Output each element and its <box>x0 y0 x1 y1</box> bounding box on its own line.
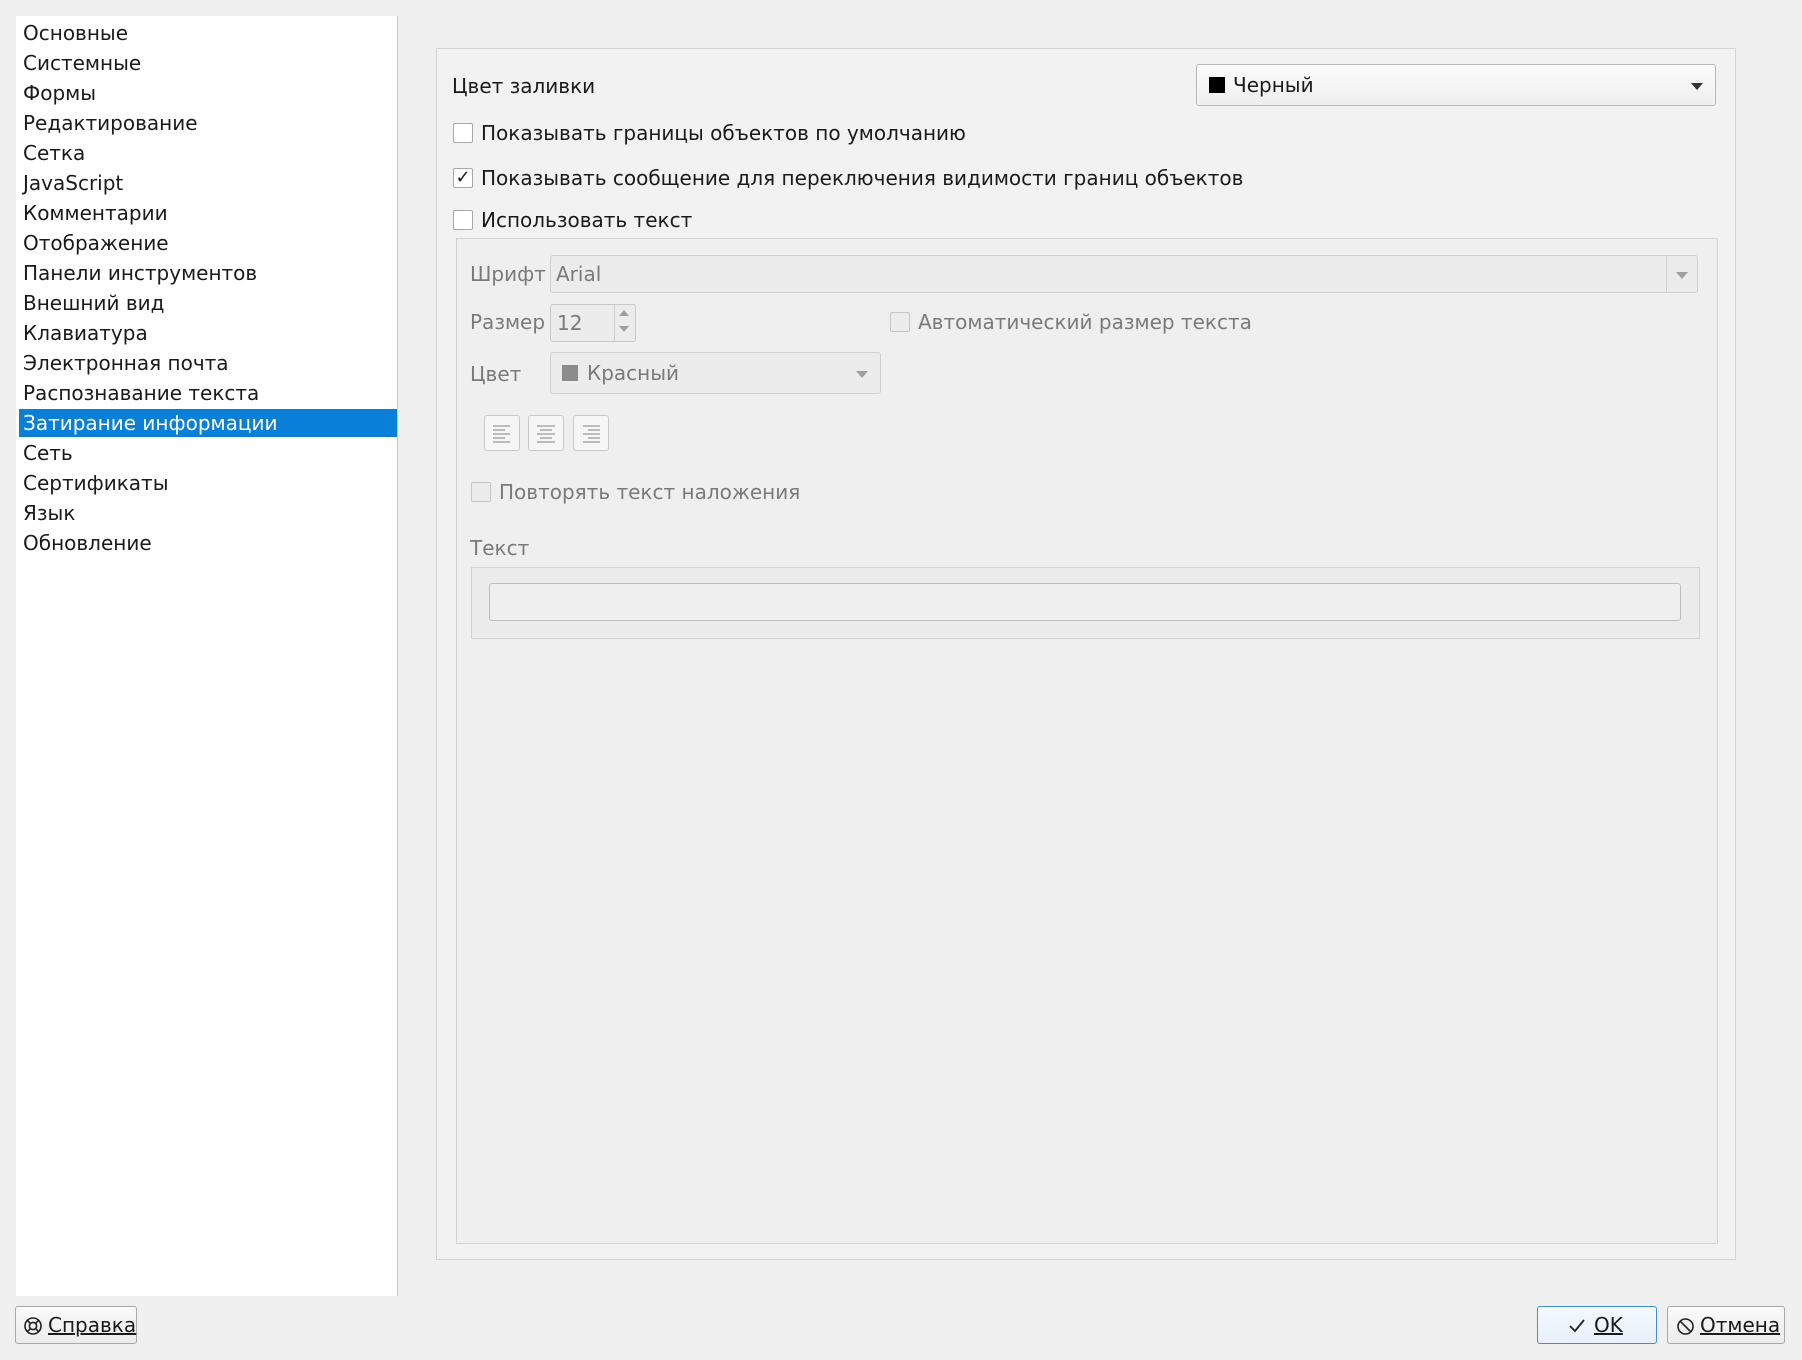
sidebar-item-certificates[interactable]: Сертификаты <box>19 469 397 497</box>
font-value: Arial <box>556 262 602 286</box>
text-color-swatch <box>562 365 578 381</box>
cancel-icon <box>1677 1318 1694 1335</box>
sidebar-item-forms[interactable]: Формы <box>19 79 397 107</box>
sidebar-item-editing[interactable]: Редактирование <box>19 109 397 137</box>
chevron-down-icon <box>856 371 868 378</box>
sidebar-item-redaction[interactable]: Затирание информации <box>19 409 397 437</box>
cancel-button[interactable]: Отмена <box>1667 1306 1785 1344</box>
text-label: Текст <box>470 536 530 560</box>
sidebar-item-javascript[interactable]: JavaScript <box>19 169 397 197</box>
cancel-button-label: Отмена <box>1700 1313 1781 1337</box>
align-right-icon <box>583 425 600 443</box>
fill-color-select[interactable]: Черный <box>1196 64 1716 106</box>
sidebar-item-keyboard[interactable]: Клавиатура <box>19 319 397 347</box>
help-button[interactable]: Справка <box>15 1306 137 1344</box>
sidebar-item-email[interactable]: Электронная почта <box>19 349 397 377</box>
lifebuoy-icon <box>24 1317 42 1335</box>
ok-button[interactable]: OK <box>1537 1306 1657 1344</box>
size-value: 12 <box>557 311 583 335</box>
sidebar-item-appearance[interactable]: Внешний вид <box>19 289 397 317</box>
sidebar-item-system[interactable]: Системные <box>19 49 397 77</box>
fill-color-value: Черный <box>1233 73 1314 97</box>
spin-down-icon[interactable] <box>619 326 629 332</box>
text-color-select[interactable]: Красный <box>550 352 881 394</box>
chevron-down-icon <box>1676 272 1688 279</box>
show-borders-label: Показывать границы объектов по умолчанию <box>481 121 966 145</box>
align-center-button[interactable] <box>528 415 564 451</box>
help-button-label: Справка <box>48 1313 137 1337</box>
overlay-text-input[interactable] <box>489 583 1681 621</box>
sidebar-item-toolbars[interactable]: Панели инструментов <box>19 259 397 287</box>
text-color-value: Красный <box>587 361 680 385</box>
sidebar-item-ocr[interactable]: Распознавание текста <box>19 379 397 407</box>
show-borders-checkbox[interactable] <box>453 123 473 143</box>
align-right-button[interactable] <box>573 415 609 451</box>
sidebar-item-comments[interactable]: Комментарии <box>19 199 397 227</box>
font-label: Шрифт <box>470 262 546 286</box>
use-text-checkbox[interactable] <box>453 210 473 230</box>
show-message-label: Показывать сообщение для переключения ви… <box>481 166 1244 190</box>
align-left-button[interactable] <box>484 415 520 451</box>
size-label: Размер <box>470 310 546 334</box>
sidebar-item-network[interactable]: Сеть <box>19 439 397 467</box>
show-message-checkbox[interactable]: ✓ <box>453 168 473 188</box>
sidebar-item-basic[interactable]: Основные <box>19 19 397 47</box>
check-icon <box>1569 1319 1585 1333</box>
auto-size-label: Автоматический размер текста <box>918 310 1252 334</box>
sidebar-item-language[interactable]: Язык <box>19 499 397 527</box>
spin-up-icon[interactable] <box>619 310 629 316</box>
align-center-icon <box>537 425 555 443</box>
sidebar-item-grid[interactable]: Сетка <box>19 139 397 167</box>
repeat-text-label: Повторять текст наложения <box>499 480 801 504</box>
ok-button-label: OK <box>1594 1313 1623 1337</box>
sidebar-item-update[interactable]: Обновление <box>19 529 397 557</box>
chevron-down-icon <box>1691 83 1703 90</box>
text-color-label: Цвет <box>470 362 522 386</box>
use-text-label: Использовать текст <box>481 208 693 232</box>
fill-color-swatch <box>1209 77 1225 93</box>
checkmark-icon: ✓ <box>455 167 471 188</box>
font-select[interactable]: Arial <box>550 255 1698 293</box>
sidebar-item-display[interactable]: Отображение <box>19 229 397 257</box>
repeat-text-checkbox[interactable] <box>471 482 491 502</box>
auto-size-checkbox[interactable] <box>890 312 910 332</box>
size-spinbox[interactable]: 12 <box>550 304 636 342</box>
settings-sidebar: Основные Системные Формы Редактирование … <box>16 16 398 1296</box>
fill-color-label: Цвет заливки <box>452 74 596 98</box>
align-left-icon <box>493 425 510 443</box>
spin-divider <box>614 305 615 341</box>
combo-divider <box>1666 256 1667 292</box>
